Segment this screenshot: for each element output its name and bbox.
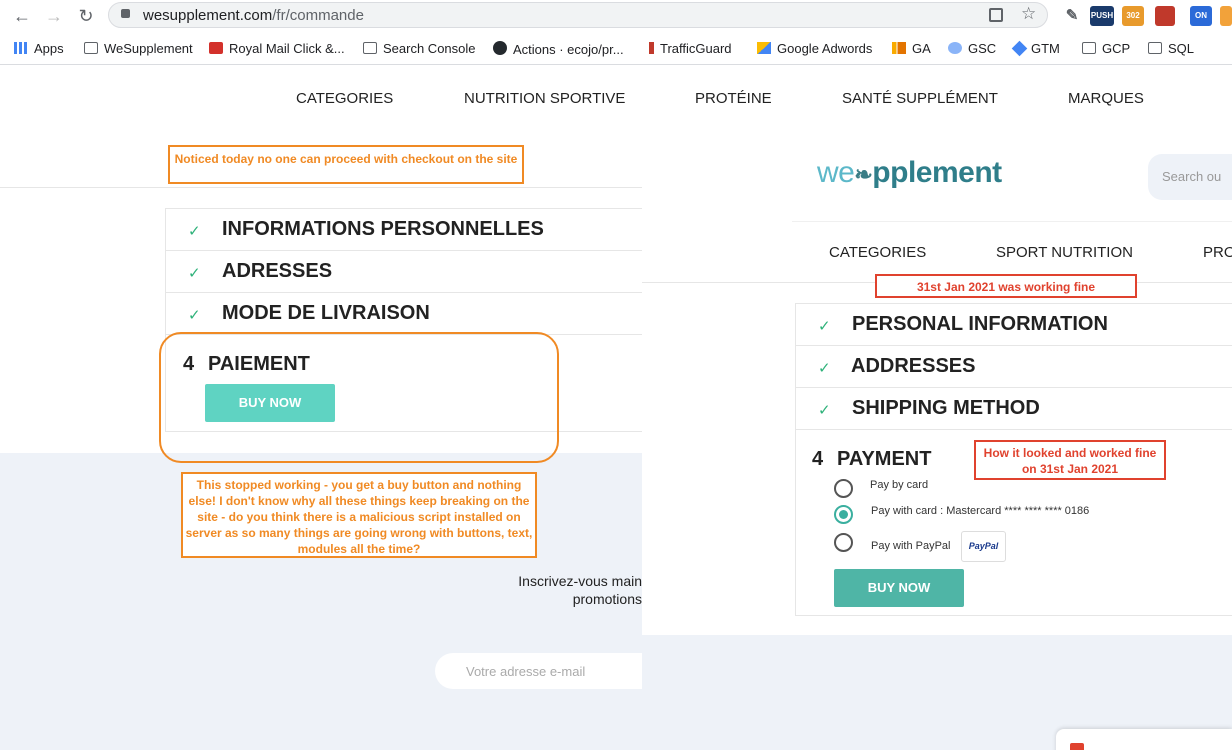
left-nav-proteine[interactable]: PROTÉINE [695,90,772,107]
step-title: SHIPPING METHOD [852,397,1040,419]
right-buy-now-button[interactable]: BUY NOW [834,569,964,607]
gsc-icon [948,42,962,54]
highlight-circle [159,332,559,463]
newsletter-text: Inscrivez-vous main promotions [518,573,642,607]
bookmark-trafficguard[interactable]: TrafficGuard [649,41,732,56]
chat-widget[interactable] [1056,729,1232,750]
date-annotation: 31st Jan 2021 was working fine [875,274,1137,298]
folder-icon [363,42,377,54]
on-extension-icon[interactable]: ON [1190,6,1212,26]
leaf-icon: ❧ [854,162,873,187]
email-input[interactable]: Votre adresse e-mail [435,653,642,689]
forward-icon[interactable]: → [44,6,64,26]
right-search-input[interactable]: Search ou [1148,154,1232,200]
radio-pay-with-card[interactable] [834,505,853,524]
bookmark-github-actions[interactable]: Actions · ecojo/pr... [493,41,624,57]
radio-pay-with-paypal[interactable] [834,533,853,552]
left-step-shipping: ✓ MODE DE LIVRAISON [165,292,642,334]
right-nav-categories[interactable]: CATEGORIES [829,244,926,261]
push-extension-icon[interactable]: PUSH [1090,6,1114,26]
payment-step-title: PAYMENT [837,448,932,470]
check-icon: ✓ [188,307,201,324]
option-label: Pay with card : Mastercard **** **** ***… [871,505,1090,517]
check-icon: ✓ [818,360,831,377]
puzzle-icon[interactable] [1220,6,1232,26]
eyedropper-icon[interactable]: ✎ [1062,6,1082,26]
qr-code-icon[interactable] [989,8,1003,22]
left-nav-marques[interactable]: MARQUES [1068,90,1144,107]
step-title: ADRESSES [222,260,333,282]
paypal-logo-icon: PayPal [961,531,1006,562]
browser-toolbar: ← → ↻ wesupplement.com/fr/commande ☆ ✎ P… [0,0,1232,32]
left-nav-sante[interactable]: SANTÉ SUPPLÉMENT [842,90,998,107]
star-icon[interactable]: ☆ [1021,4,1036,24]
divider [0,187,642,188]
option-label: Pay by card [870,479,929,491]
bookmark-gcp[interactable]: GCP [1082,41,1130,56]
bookmark-ga[interactable]: GA [892,41,931,56]
bookmark-gsc[interactable]: GSC [948,41,996,56]
step-title: PERSONAL INFORMATION [852,313,1108,335]
right-step-personal: ✓ PERSONAL INFORMATION [795,303,1232,345]
right-nav-pro[interactable]: PRO [1203,244,1232,261]
check-icon: ✓ [188,223,201,240]
left-nav-categories[interactable]: CATEGORIES [296,90,393,107]
right-step-shipping: ✓ SHIPPING METHOD [795,387,1232,429]
bookmark-royal-mail[interactable]: Royal Mail Click &... [209,41,345,56]
address-bar[interactable]: wesupplement.com/fr/commande ☆ [108,2,1048,28]
check-icon: ✓ [818,318,831,335]
bookmarks-bar: Apps WeSupplement Royal Mail Click &... … [0,32,1232,65]
github-icon [493,41,507,55]
option-label: Pay with PayPal [871,540,951,552]
clipboard-extension-icon[interactable] [1155,6,1175,26]
left-step-personal: ✓ INFORMATIONS PERSONNELLES [165,208,642,250]
royal-mail-icon [209,42,223,54]
top-annotation: Noticed today no one can proceed with ch… [168,145,524,184]
apps-grid-icon [14,42,28,54]
divider [792,221,1232,222]
folder-icon [1148,42,1162,54]
folder-icon [84,42,98,54]
redirect-extension-icon[interactable]: 302 [1122,6,1144,26]
folder-icon [1082,42,1096,54]
back-icon[interactable]: ← [12,6,32,26]
bookmark-wesupplement[interactable]: WeSupplement [84,41,193,56]
analytics-icon [892,42,906,54]
check-icon: ✓ [188,265,201,282]
trafficguard-icon [649,42,654,54]
lock-icon [121,9,130,18]
step-title: ADDRESSES [851,355,976,377]
bookmark-google-adwords[interactable]: Google Adwords [757,41,872,56]
left-step-addresses: ✓ ADRESSES [165,250,642,292]
radio-pay-by-card[interactable] [834,479,853,498]
bottom-annotation: This stopped working - you get a buy but… [181,472,537,558]
reload-icon[interactable]: ↻ [76,6,96,26]
payment-step-number: 4 [812,448,824,470]
step-title: MODE DE LIVRAISON [222,302,430,324]
right-step-addresses: ✓ ADDRESSES [795,345,1232,387]
tag-icon [1070,743,1084,750]
bookmark-gtm[interactable]: GTM [1011,40,1060,57]
bookmark-search-console[interactable]: Search Console [363,41,476,56]
check-icon: ✓ [818,402,831,419]
gtm-icon [1011,40,1028,57]
bookmark-apps[interactable]: Apps [14,41,64,56]
step-title: INFORMATIONS PERSONNELLES [222,218,544,240]
adwords-icon [757,42,771,54]
screenshot-root: ← → ↻ wesupplement.com/fr/commande ☆ ✎ P… [0,0,1232,750]
right-nav-sport[interactable]: SPORT NUTRITION [996,244,1133,261]
bookmark-sql[interactable]: SQL [1148,41,1194,56]
url-text[interactable]: wesupplement.com/fr/commande [143,7,364,24]
how-annotation: How it looked and worked fine on 31st Ja… [974,440,1166,480]
left-nav-nutrition[interactable]: NUTRITION SPORTIVE [464,90,625,107]
wesupplement-logo: we❧pplement [817,156,1002,189]
